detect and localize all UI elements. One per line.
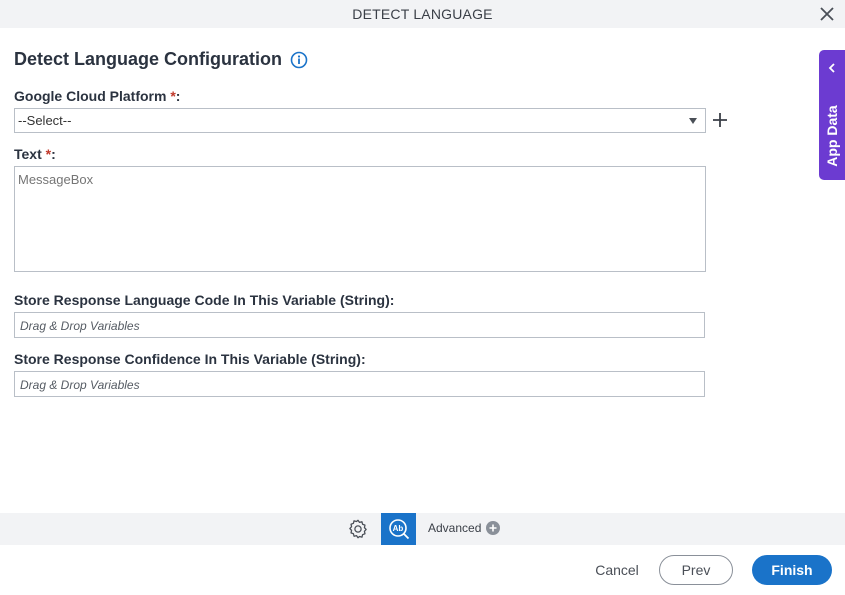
finish-button[interactable]: Finish [752, 555, 832, 585]
add-gcp-button[interactable] [712, 112, 728, 128]
page-title: Detect Language Configuration [14, 49, 308, 70]
bottom-toolbar [0, 513, 845, 545]
close-icon[interactable] [819, 6, 835, 22]
app-data-label: App Data [824, 105, 840, 167]
language-code-var-label: Store Response Language Code In This Var… [14, 292, 395, 308]
advanced-label: Advanced [428, 521, 482, 535]
dialog-title: DETECT LANGUAGE [352, 6, 493, 22]
confidence-var-label: Store Response Confidence In This Variab… [14, 351, 366, 367]
text-label: Text *: [14, 146, 56, 162]
gcp-label: Google Cloud Platform *: [14, 88, 181, 104]
info-icon[interactable] [290, 51, 308, 69]
dialog-titlebar: DETECT LANGUAGE [0, 0, 845, 28]
confidence-var-dropzone[interactable]: Drag & Drop Variables [14, 371, 705, 397]
app-data-tab[interactable]: App Data [819, 50, 845, 180]
dropdown-arrow-icon [689, 118, 697, 124]
ab-search-icon: Ab [388, 519, 409, 540]
gear-icon[interactable] [347, 518, 369, 540]
text-input[interactable] [14, 166, 706, 272]
language-code-var-dropzone[interactable]: Drag & Drop Variables [14, 312, 705, 338]
page-title-text: Detect Language Configuration [14, 49, 283, 69]
cancel-button[interactable]: Cancel [590, 555, 644, 585]
advanced-toggle[interactable]: Advanced [428, 521, 501, 535]
gcp-select[interactable]: --Select-- [14, 108, 706, 133]
chevron-left-icon [828, 63, 835, 73]
gcp-selected-value: --Select-- [18, 113, 72, 128]
prev-button[interactable]: Prev [659, 555, 733, 585]
svg-text:Ab: Ab [392, 524, 403, 533]
plus-circle-icon [486, 521, 501, 535]
text-search-button[interactable]: Ab [381, 513, 416, 545]
